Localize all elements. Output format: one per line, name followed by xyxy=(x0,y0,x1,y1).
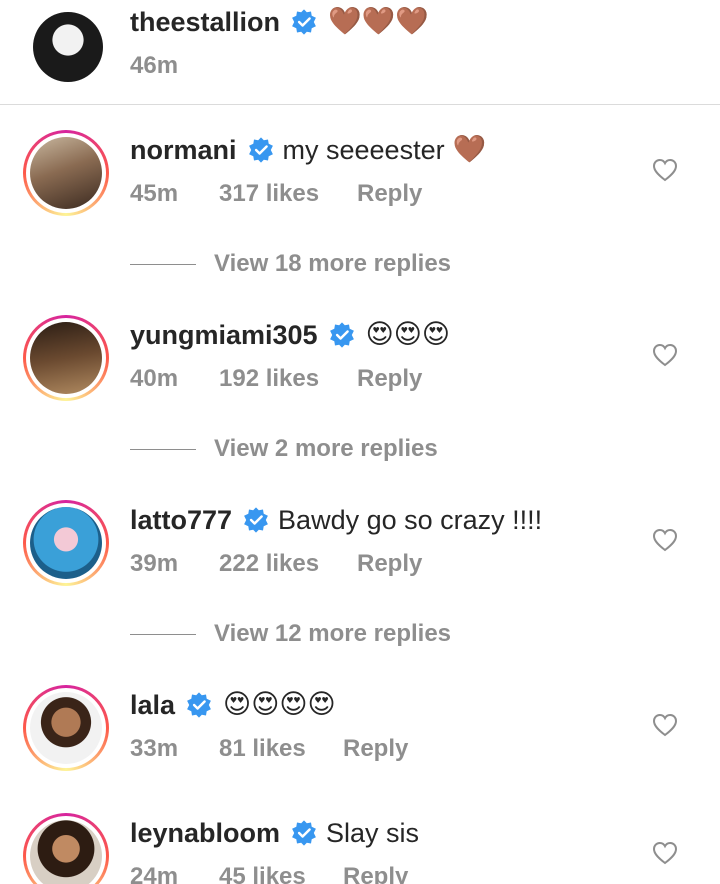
comment-meta: 40m 192 likes Reply xyxy=(130,365,422,393)
like-heart-icon[interactable] xyxy=(652,841,678,865)
view-more-replies[interactable]: View 18 more replies xyxy=(130,250,451,278)
like-heart-icon[interactable] xyxy=(652,528,678,552)
view-more-label: View 12 more replies xyxy=(214,620,452,647)
like-heart-icon[interactable] xyxy=(652,713,678,737)
divider-line xyxy=(130,263,196,265)
avatar[interactable] xyxy=(23,315,109,401)
comment-text: my seeeester xyxy=(282,135,445,165)
comment-headline: lala 😍😍😍😍 xyxy=(130,689,336,721)
comment-text: Slay sis xyxy=(326,818,420,848)
comment-meta: 24m 45 likes Reply xyxy=(130,863,408,884)
divider-line xyxy=(130,633,196,635)
avatar[interactable] xyxy=(33,12,103,82)
comment-row: latto777 Bawdy go so crazy !!!! 39m 222 l… xyxy=(0,474,720,659)
verified-badge-icon xyxy=(248,137,273,163)
like-heart-icon[interactable] xyxy=(652,343,678,367)
reply-button[interactable]: Reply xyxy=(357,365,422,393)
likes-count[interactable]: 81 likes xyxy=(219,735,343,763)
username[interactable]: theestallion xyxy=(130,6,280,38)
comment-row: leynabloom Slay sis 24m 45 likes Reply xyxy=(0,789,720,884)
username[interactable]: lala xyxy=(130,689,175,721)
caption-meta: 46m xyxy=(130,52,219,80)
timestamp: 24m xyxy=(130,863,179,884)
likes-count[interactable]: 317 likes xyxy=(219,180,357,208)
likes-count[interactable]: 222 likes xyxy=(219,550,357,578)
emoji-text: 😍😍😍 xyxy=(365,319,451,350)
reply-button[interactable]: Reply xyxy=(343,863,408,884)
likes-count[interactable]: 192 likes xyxy=(219,365,357,393)
comment-headline: yungmiami305 😍😍😍 xyxy=(130,319,450,351)
view-more-label: View 2 more replies xyxy=(214,435,438,462)
avatar[interactable] xyxy=(23,500,109,586)
comment-headline: leynabloom Slay sis xyxy=(130,817,421,849)
avatar[interactable] xyxy=(23,813,109,884)
comment-text: Bawdy go so crazy !!!! xyxy=(278,505,543,535)
username[interactable]: normani xyxy=(130,134,237,166)
verified-badge-icon xyxy=(292,820,316,846)
timestamp: 46m xyxy=(130,52,179,79)
avatar[interactable] xyxy=(23,685,109,771)
like-heart-icon[interactable] xyxy=(652,158,678,182)
avatar[interactable] xyxy=(23,130,109,216)
verified-badge-icon xyxy=(292,9,316,35)
caption-headline: theestallion 🤎🤎🤎 xyxy=(130,6,429,38)
view-more-replies[interactable]: View 2 more replies xyxy=(130,435,438,463)
timestamp: 40m xyxy=(130,365,179,392)
emoji-text: 🤎 xyxy=(452,134,487,165)
emoji-text: 🤎🤎🤎 xyxy=(328,6,429,37)
reply-button[interactable]: Reply xyxy=(357,550,422,578)
comment-row: normani my seeeester 🤎 45m 317 likes Reply… xyxy=(0,104,720,289)
username[interactable]: latto777 xyxy=(130,504,232,536)
view-more-replies[interactable]: View 12 more replies xyxy=(130,620,451,648)
timestamp: 33m xyxy=(130,735,179,762)
verified-badge-icon xyxy=(187,692,211,718)
reply-button[interactable]: Reply xyxy=(357,180,422,208)
timestamp: 39m xyxy=(130,550,179,577)
verified-badge-icon xyxy=(244,507,268,533)
timestamp: 45m xyxy=(130,180,179,207)
username[interactable]: leynabloom xyxy=(130,817,280,849)
view-more-label: View 18 more replies xyxy=(214,250,452,277)
post-caption: theestallion 🤎🤎🤎 46m xyxy=(0,0,720,105)
comment-meta: 39m 222 likes Reply xyxy=(130,550,422,578)
comment-row: lala 😍😍😍😍 33m 81 likes Reply xyxy=(0,659,720,789)
verified-badge-icon xyxy=(329,322,354,348)
divider-line xyxy=(130,448,196,450)
comment-meta: 45m 317 likes Reply xyxy=(130,180,422,208)
comment-row: yungmiami305 😍😍😍 40m 192 likes Reply View … xyxy=(0,289,720,474)
comment-headline: normani my seeeester 🤎 xyxy=(130,134,486,166)
likes-count[interactable]: 45 likes xyxy=(219,863,343,884)
comment-headline: latto777 Bawdy go so crazy !!!! xyxy=(130,504,544,536)
reply-button[interactable]: Reply xyxy=(343,735,408,763)
username[interactable]: yungmiami305 xyxy=(130,319,318,351)
comment-meta: 33m 81 likes Reply xyxy=(130,735,408,763)
emoji-text: 😍😍😍😍 xyxy=(223,689,336,720)
